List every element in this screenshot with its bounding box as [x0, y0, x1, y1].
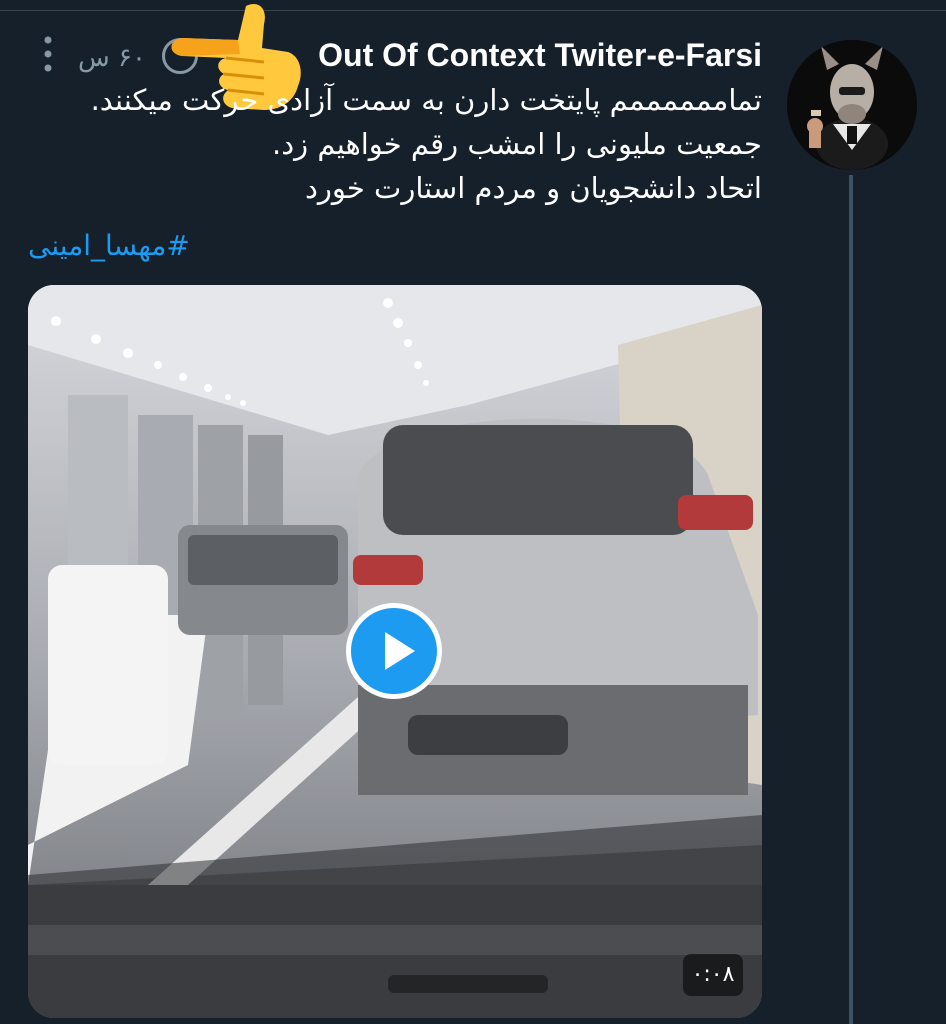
hashtag-link[interactable]: #مهسا_امینی — [28, 224, 218, 268]
more-options-icon[interactable] — [40, 34, 56, 74]
tweet-line: جمعیت ملیونی را امشب رقم خواهیم زد. — [272, 127, 762, 161]
play-icon — [385, 632, 415, 670]
author-name[interactable]: Out Of Context Twiter-e-Farsi — [270, 32, 762, 78]
tweet-timestamp[interactable]: ۶۰ س — [78, 40, 168, 76]
thread-connector-line — [849, 175, 853, 1024]
tweet-body: تماممممممم پایتخت دارن به سمت آزادی حرکت… — [60, 78, 762, 210]
top-divider — [0, 10, 946, 11]
play-button[interactable] — [346, 603, 442, 699]
avatar-image — [787, 40, 917, 170]
tweet-line: اتحاد دانشجویان و مردم استارت خورد — [305, 171, 762, 205]
video-duration: ۰:۰۸ — [683, 954, 743, 996]
video-media[interactable]: ۰:۰۸ — [28, 285, 762, 1018]
author-avatar[interactable] — [787, 40, 917, 170]
tweet-line: تماممممممم پایتخت دارن به سمت آزادی حرکت… — [90, 83, 762, 117]
